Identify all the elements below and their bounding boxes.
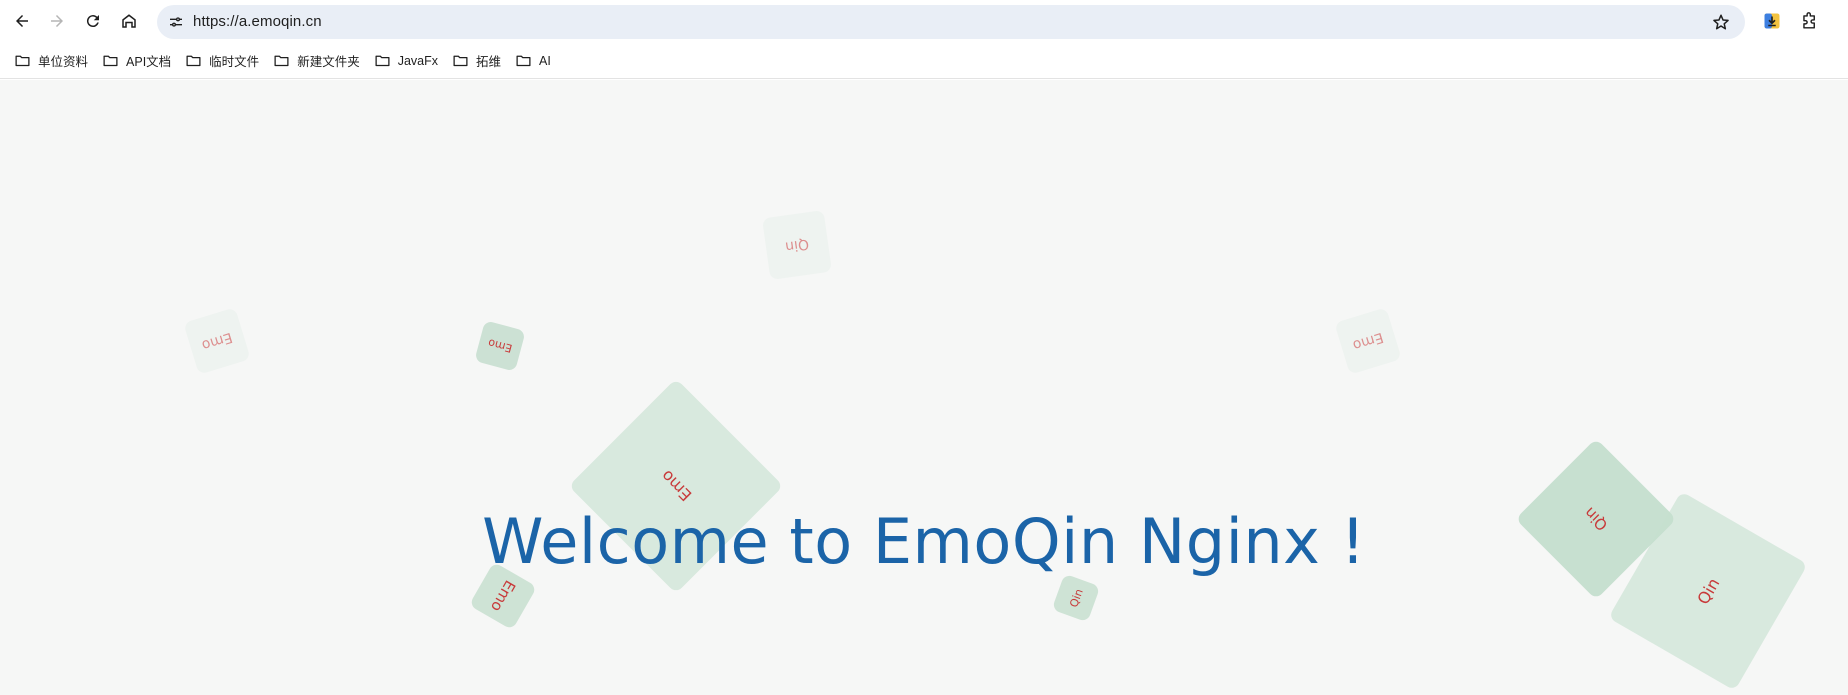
url-text[interactable]: https://a.emoqin.cn	[193, 5, 322, 39]
reload-icon[interactable]	[78, 6, 108, 36]
folder-icon	[15, 55, 30, 67]
cube-label: Qin	[784, 235, 810, 255]
bookmark-folder[interactable]: 拓维	[450, 47, 507, 75]
bookmark-label: 单位资料	[38, 55, 89, 69]
cube-label: Qin	[1692, 574, 1724, 608]
bookmark-label: 新建文件夹	[297, 55, 360, 69]
folder-icon	[186, 55, 201, 67]
bookmark-folder[interactable]: JavaFx	[372, 47, 444, 75]
address-bar[interactable]: https://a.emoqin.cn	[157, 5, 1745, 39]
bookmark-folder[interactable]: API文档	[100, 47, 177, 75]
bookmark-folder[interactable]: 临时文件	[183, 47, 265, 75]
floating-cube: Qin	[761, 209, 833, 281]
floating-cube: Qin	[1051, 573, 1101, 623]
bookmark-folder[interactable]: 新建文件夹	[271, 47, 366, 75]
folder-icon	[375, 55, 390, 67]
folder-icon	[453, 55, 468, 67]
cube-label: Qin	[1066, 586, 1086, 610]
folder-icon	[516, 55, 531, 67]
bookmark-label: 拓维	[476, 55, 502, 69]
browser-toolbar: https://a.emoqin.cn	[0, 0, 1848, 43]
bookmark-label: 临时文件	[209, 55, 260, 69]
star-icon[interactable]	[1709, 10, 1733, 34]
floating-cube: Emo	[474, 320, 526, 372]
puzzle-icon[interactable]	[1797, 9, 1821, 33]
floating-cube: Emo	[1334, 307, 1402, 375]
cube-label: Emo	[199, 328, 235, 354]
site-info-icon[interactable]	[163, 9, 189, 35]
bookmark-folder[interactable]: 单位资料	[12, 47, 94, 75]
folder-icon	[274, 55, 289, 67]
bookmark-label: API文档	[126, 55, 172, 69]
home-icon[interactable]	[114, 6, 144, 36]
bookmarks-bar: 单位资料 API文档 临时文件 新建文件夹 JavaFx 拓维 AI	[0, 43, 1848, 79]
back-arrow-icon[interactable]	[7, 6, 37, 36]
folder-icon	[103, 55, 118, 67]
bookmark-folder[interactable]: AI	[513, 47, 557, 75]
welcome-heading: Welcome to EmoQin Nginx !	[482, 505, 1366, 578]
forward-arrow-icon[interactable]	[42, 6, 72, 36]
cube-label: Emo	[486, 336, 514, 356]
download-extension-icon[interactable]	[1760, 9, 1784, 33]
bookmark-label: JavaFx	[397, 53, 438, 68]
cube-label: Emo	[486, 577, 520, 615]
cube-label: Emo	[1350, 328, 1386, 354]
cube-label: Emo	[656, 466, 696, 506]
bookmark-label: AI	[539, 53, 551, 68]
floating-cube: Emo	[183, 307, 251, 375]
page-content: Qin Emo Emo Emo Emo Emo Qin Qin Qin Welc…	[0, 80, 1848, 695]
